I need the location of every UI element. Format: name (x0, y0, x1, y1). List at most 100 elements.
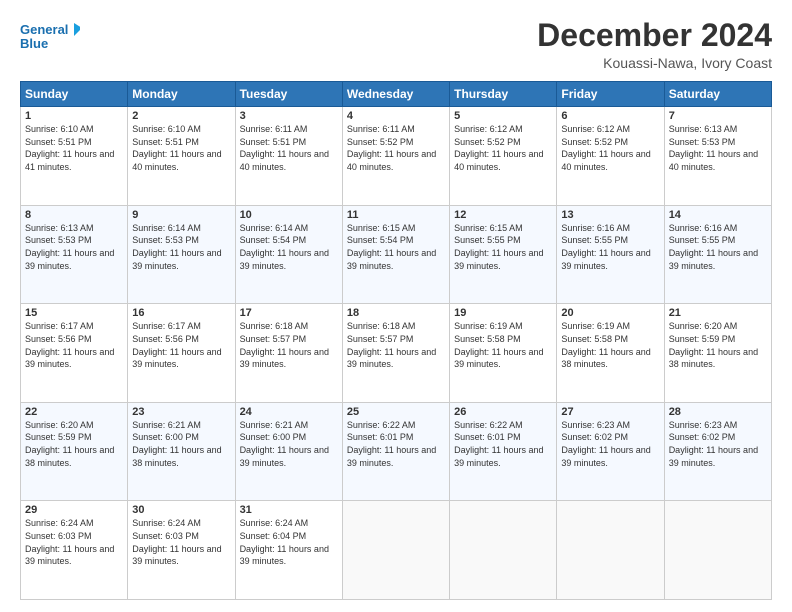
day-info: Sunrise: 6:19 AMSunset: 5:58 PMDaylight:… (561, 321, 650, 369)
day-number: 29 (25, 504, 123, 516)
calendar-cell: 11 Sunrise: 6:15 AMSunset: 5:54 PMDaylig… (342, 205, 449, 304)
day-info: Sunrise: 6:16 AMSunset: 5:55 PMDaylight:… (669, 223, 758, 271)
day-info: Sunrise: 6:21 AMSunset: 6:00 PMDaylight:… (240, 420, 329, 468)
calendar-cell: 2 Sunrise: 6:10 AMSunset: 5:51 PMDayligh… (128, 107, 235, 206)
calendar-table: Sunday Monday Tuesday Wednesday Thursday… (20, 81, 772, 600)
day-info: Sunrise: 6:19 AMSunset: 5:58 PMDaylight:… (454, 321, 543, 369)
day-number: 13 (561, 209, 659, 221)
day-number: 20 (561, 307, 659, 319)
day-number: 6 (561, 110, 659, 122)
page: General Blue December 2024 Kouassi-Nawa,… (0, 0, 792, 612)
day-number: 12 (454, 209, 552, 221)
calendar-cell (342, 501, 449, 600)
day-number: 4 (347, 110, 445, 122)
calendar-cell: 17 Sunrise: 6:18 AMSunset: 5:57 PMDaylig… (235, 304, 342, 403)
day-number: 27 (561, 406, 659, 418)
calendar-cell (557, 501, 664, 600)
calendar-cell: 30 Sunrise: 6:24 AMSunset: 6:03 PMDaylig… (128, 501, 235, 600)
day-info: Sunrise: 6:17 AMSunset: 5:56 PMDaylight:… (132, 321, 221, 369)
calendar-cell: 31 Sunrise: 6:24 AMSunset: 6:04 PMDaylig… (235, 501, 342, 600)
calendar-cell: 29 Sunrise: 6:24 AMSunset: 6:03 PMDaylig… (21, 501, 128, 600)
day-number: 5 (454, 110, 552, 122)
day-number: 8 (25, 209, 123, 221)
day-info: Sunrise: 6:22 AMSunset: 6:01 PMDaylight:… (347, 420, 436, 468)
day-number: 19 (454, 307, 552, 319)
day-info: Sunrise: 6:23 AMSunset: 6:02 PMDaylight:… (561, 420, 650, 468)
day-number: 2 (132, 110, 230, 122)
day-number: 18 (347, 307, 445, 319)
col-saturday: Saturday (664, 82, 771, 107)
day-info: Sunrise: 6:18 AMSunset: 5:57 PMDaylight:… (240, 321, 329, 369)
day-number: 30 (132, 504, 230, 516)
header: General Blue December 2024 Kouassi-Nawa,… (20, 18, 772, 71)
day-info: Sunrise: 6:14 AMSunset: 5:54 PMDaylight:… (240, 223, 329, 271)
day-number: 23 (132, 406, 230, 418)
calendar-cell: 20 Sunrise: 6:19 AMSunset: 5:58 PMDaylig… (557, 304, 664, 403)
day-info: Sunrise: 6:10 AMSunset: 5:51 PMDaylight:… (132, 124, 221, 172)
calendar-week-row: 15 Sunrise: 6:17 AMSunset: 5:56 PMDaylig… (21, 304, 772, 403)
day-number: 15 (25, 307, 123, 319)
day-number: 1 (25, 110, 123, 122)
calendar-cell: 6 Sunrise: 6:12 AMSunset: 5:52 PMDayligh… (557, 107, 664, 206)
logo: General Blue (20, 18, 80, 54)
day-info: Sunrise: 6:20 AMSunset: 5:59 PMDaylight:… (25, 420, 114, 468)
calendar-cell: 25 Sunrise: 6:22 AMSunset: 6:01 PMDaylig… (342, 402, 449, 501)
calendar-cell: 16 Sunrise: 6:17 AMSunset: 5:56 PMDaylig… (128, 304, 235, 403)
subtitle: Kouassi-Nawa, Ivory Coast (537, 55, 772, 71)
calendar-cell: 9 Sunrise: 6:14 AMSunset: 5:53 PMDayligh… (128, 205, 235, 304)
calendar-cell: 8 Sunrise: 6:13 AMSunset: 5:53 PMDayligh… (21, 205, 128, 304)
calendar-cell: 5 Sunrise: 6:12 AMSunset: 5:52 PMDayligh… (450, 107, 557, 206)
day-number: 11 (347, 209, 445, 221)
day-info: Sunrise: 6:12 AMSunset: 5:52 PMDaylight:… (454, 124, 543, 172)
day-number: 25 (347, 406, 445, 418)
day-number: 3 (240, 110, 338, 122)
day-number: 17 (240, 307, 338, 319)
calendar-cell: 12 Sunrise: 6:15 AMSunset: 5:55 PMDaylig… (450, 205, 557, 304)
day-info: Sunrise: 6:23 AMSunset: 6:02 PMDaylight:… (669, 420, 758, 468)
title-block: December 2024 Kouassi-Nawa, Ivory Coast (537, 18, 772, 71)
day-info: Sunrise: 6:11 AMSunset: 5:52 PMDaylight:… (347, 124, 436, 172)
col-tuesday: Tuesday (235, 82, 342, 107)
calendar-cell: 18 Sunrise: 6:18 AMSunset: 5:57 PMDaylig… (342, 304, 449, 403)
day-info: Sunrise: 6:12 AMSunset: 5:52 PMDaylight:… (561, 124, 650, 172)
day-number: 22 (25, 406, 123, 418)
day-number: 31 (240, 504, 338, 516)
calendar-cell: 23 Sunrise: 6:21 AMSunset: 6:00 PMDaylig… (128, 402, 235, 501)
logo-icon: General Blue (20, 18, 80, 54)
day-info: Sunrise: 6:24 AMSunset: 6:03 PMDaylight:… (25, 518, 114, 566)
col-wednesday: Wednesday (342, 82, 449, 107)
day-info: Sunrise: 6:21 AMSunset: 6:00 PMDaylight:… (132, 420, 221, 468)
calendar-cell: 13 Sunrise: 6:16 AMSunset: 5:55 PMDaylig… (557, 205, 664, 304)
day-info: Sunrise: 6:24 AMSunset: 6:04 PMDaylight:… (240, 518, 329, 566)
calendar-cell: 7 Sunrise: 6:13 AMSunset: 5:53 PMDayligh… (664, 107, 771, 206)
col-monday: Monday (128, 82, 235, 107)
day-info: Sunrise: 6:18 AMSunset: 5:57 PMDaylight:… (347, 321, 436, 369)
col-sunday: Sunday (21, 82, 128, 107)
calendar-week-row: 29 Sunrise: 6:24 AMSunset: 6:03 PMDaylig… (21, 501, 772, 600)
day-number: 14 (669, 209, 767, 221)
calendar-week-row: 1 Sunrise: 6:10 AMSunset: 5:51 PMDayligh… (21, 107, 772, 206)
day-number: 28 (669, 406, 767, 418)
day-info: Sunrise: 6:24 AMSunset: 6:03 PMDaylight:… (132, 518, 221, 566)
day-info: Sunrise: 6:13 AMSunset: 5:53 PMDaylight:… (25, 223, 114, 271)
day-info: Sunrise: 6:20 AMSunset: 5:59 PMDaylight:… (669, 321, 758, 369)
calendar-week-row: 22 Sunrise: 6:20 AMSunset: 5:59 PMDaylig… (21, 402, 772, 501)
calendar-cell (664, 501, 771, 600)
calendar-cell: 10 Sunrise: 6:14 AMSunset: 5:54 PMDaylig… (235, 205, 342, 304)
calendar-cell: 22 Sunrise: 6:20 AMSunset: 5:59 PMDaylig… (21, 402, 128, 501)
calendar-cell: 1 Sunrise: 6:10 AMSunset: 5:51 PMDayligh… (21, 107, 128, 206)
calendar-cell: 27 Sunrise: 6:23 AMSunset: 6:02 PMDaylig… (557, 402, 664, 501)
day-info: Sunrise: 6:16 AMSunset: 5:55 PMDaylight:… (561, 223, 650, 271)
day-number: 7 (669, 110, 767, 122)
day-number: 16 (132, 307, 230, 319)
day-info: Sunrise: 6:15 AMSunset: 5:55 PMDaylight:… (454, 223, 543, 271)
calendar-cell: 14 Sunrise: 6:16 AMSunset: 5:55 PMDaylig… (664, 205, 771, 304)
day-number: 10 (240, 209, 338, 221)
day-info: Sunrise: 6:11 AMSunset: 5:51 PMDaylight:… (240, 124, 329, 172)
calendar-cell: 24 Sunrise: 6:21 AMSunset: 6:00 PMDaylig… (235, 402, 342, 501)
calendar-cell: 28 Sunrise: 6:23 AMSunset: 6:02 PMDaylig… (664, 402, 771, 501)
day-info: Sunrise: 6:10 AMSunset: 5:51 PMDaylight:… (25, 124, 114, 172)
calendar-cell: 26 Sunrise: 6:22 AMSunset: 6:01 PMDaylig… (450, 402, 557, 501)
calendar-week-row: 8 Sunrise: 6:13 AMSunset: 5:53 PMDayligh… (21, 205, 772, 304)
day-info: Sunrise: 6:14 AMSunset: 5:53 PMDaylight:… (132, 223, 221, 271)
